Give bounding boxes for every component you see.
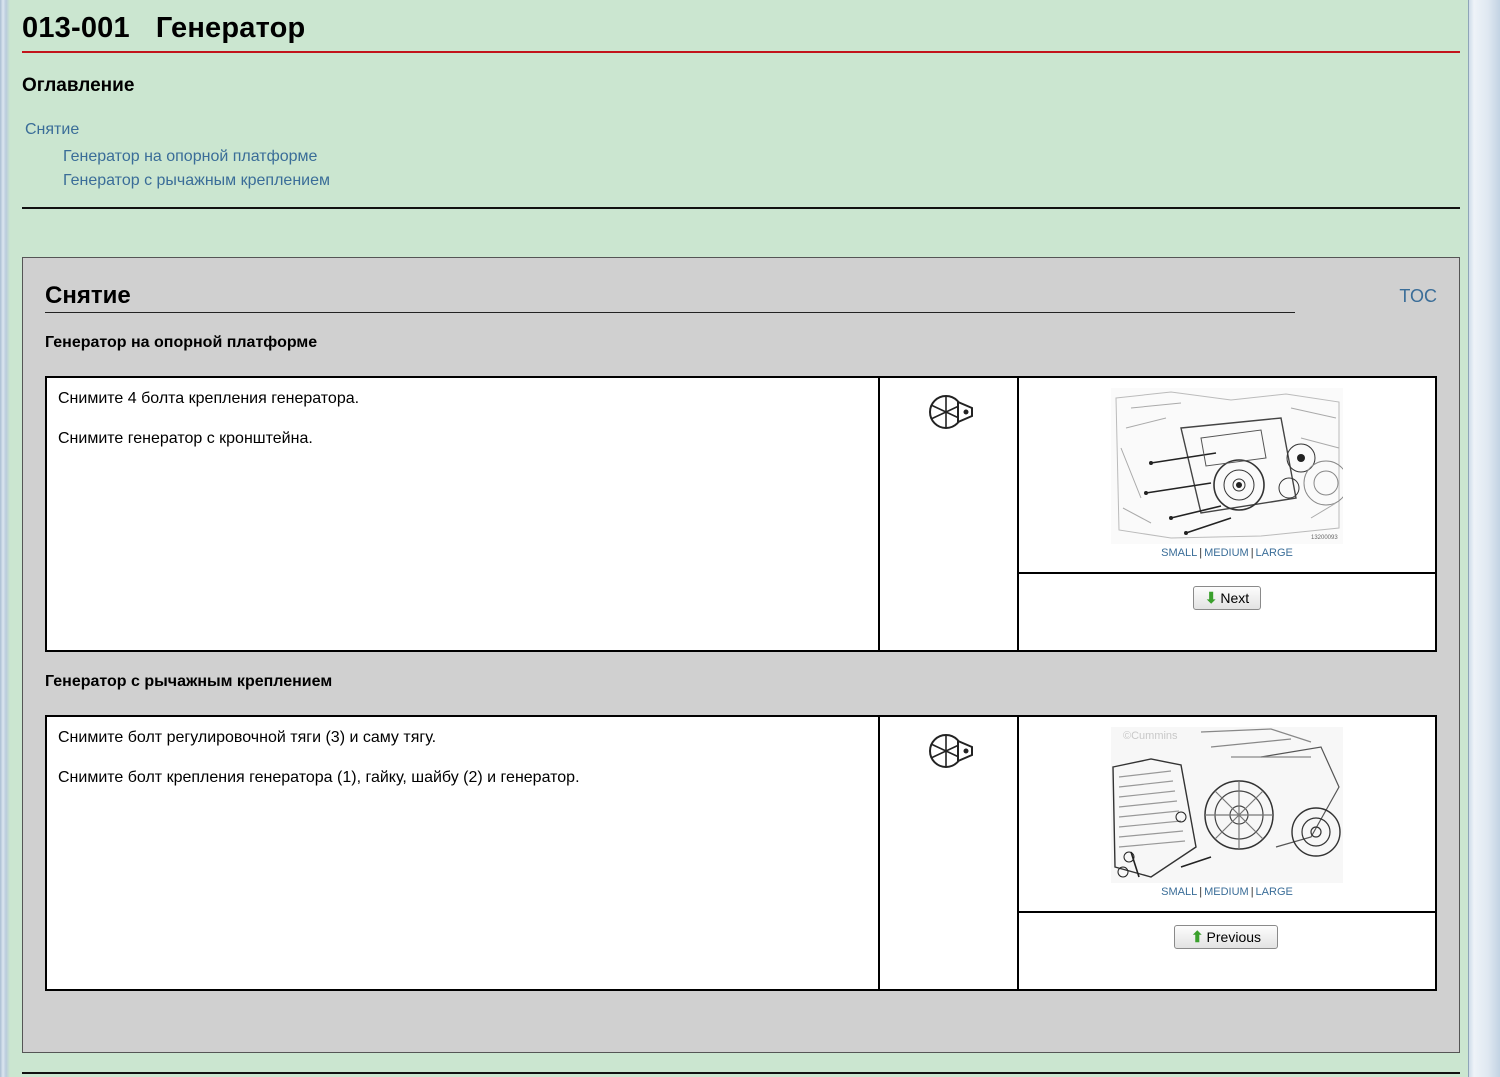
instruction-line: Снимите болт крепления генератора (1), г… xyxy=(58,769,580,786)
step-heading-lever: Генератор с рычажным креплением xyxy=(45,673,333,690)
size-small-link[interactable]: SMALL xyxy=(1161,886,1197,898)
alternator-illustration[interactable]: ©Cummins xyxy=(1111,727,1343,883)
step-nav: ⬇ Next xyxy=(1019,574,1435,650)
next-label: Next xyxy=(1220,590,1250,606)
step-instructions: Снимите 4 болта крепления генератора. Сн… xyxy=(47,378,880,650)
size-small-link[interactable]: SMALL xyxy=(1161,547,1197,559)
step-table: Снимите болт регулировочной тяги (3) и с… xyxy=(45,715,1437,991)
arrow-down-icon: ⬇ xyxy=(1204,590,1218,607)
image-size-links: SMALL | MEDIUM | LARGE xyxy=(1161,547,1293,559)
toc-link-lever-mount[interactable]: Генератор с рычажным креплением xyxy=(25,169,1460,193)
toc-heading: Оглавление xyxy=(22,75,135,96)
toc-link-removal[interactable]: Снятие xyxy=(25,118,1460,142)
window-right-scrollbar[interactable] xyxy=(1468,0,1500,1077)
figure: ©Cummins SMALL | MEDIUM | LARGE xyxy=(1019,717,1435,913)
step-heading-platform: Генератор на опорной платформе xyxy=(45,334,318,351)
tool-icon-cell xyxy=(880,378,1019,650)
alternator-illustration[interactable]: 13200093 xyxy=(1111,388,1343,544)
table-of-contents: Снятие Генератор на опорной платформе Ге… xyxy=(22,118,1460,193)
divider xyxy=(22,207,1460,209)
toc-back-link[interactable]: TOC xyxy=(1399,286,1437,307)
size-medium-link[interactable]: MEDIUM xyxy=(1204,886,1249,898)
tool-icon-cell xyxy=(880,717,1019,989)
procedure-title: Генератор xyxy=(155,12,306,44)
document: 013-001 Генератор Оглавление Снятие Генер… xyxy=(22,0,1460,1074)
previous-button[interactable]: ⬆ Previous xyxy=(1174,925,1278,949)
figure-column: 13200093 SMALL | MEDIUM | LARGE ⬇ Next xyxy=(1019,378,1435,650)
window-left-border xyxy=(0,0,10,1077)
size-large-link[interactable]: LARGE xyxy=(1256,886,1293,898)
wrench-wheel-icon xyxy=(929,734,973,768)
section-title: Снятие xyxy=(45,282,1295,313)
next-button[interactable]: ⬇ Next xyxy=(1193,586,1261,610)
instruction-line: Снимите генератор с кронштейна. xyxy=(58,430,313,447)
previous-label: Previous xyxy=(1206,929,1262,945)
figure-caption: 13200093 xyxy=(1311,535,1338,541)
instruction-line: Снимите 4 болта крепления генератора. xyxy=(58,390,360,407)
size-medium-link[interactable]: MEDIUM xyxy=(1204,547,1249,559)
toc-link-platform-mount[interactable]: Генератор на опорной платформе xyxy=(25,145,1460,169)
figure-column: ©Cummins SMALL | MEDIUM | LARGE ⬆ Previo… xyxy=(1019,717,1435,989)
step-table: Снимите 4 болта крепления генератора. Сн… xyxy=(45,376,1437,652)
procedure-code: 013-001 xyxy=(22,12,130,44)
wrench-wheel-icon xyxy=(929,395,973,429)
image-watermark: ©Cummins xyxy=(1123,730,1178,742)
page-title: 013-001 Генератор xyxy=(22,0,1460,53)
arrow-up-icon: ⬆ xyxy=(1190,929,1204,946)
size-large-link[interactable]: LARGE xyxy=(1256,547,1293,559)
image-size-links: SMALL | MEDIUM | LARGE xyxy=(1161,886,1293,898)
step-nav: ⬆ Previous xyxy=(1019,913,1435,989)
instruction-line: Снимите болт регулировочной тяги (3) и с… xyxy=(58,729,437,746)
removal-section: Снятие TOC Генератор на опорной платформ… xyxy=(22,257,1460,1053)
figure: 13200093 SMALL | MEDIUM | LARGE xyxy=(1019,378,1435,574)
bottom-divider xyxy=(22,1072,1460,1074)
step-instructions: Снимите болт регулировочной тяги (3) и с… xyxy=(47,717,880,989)
